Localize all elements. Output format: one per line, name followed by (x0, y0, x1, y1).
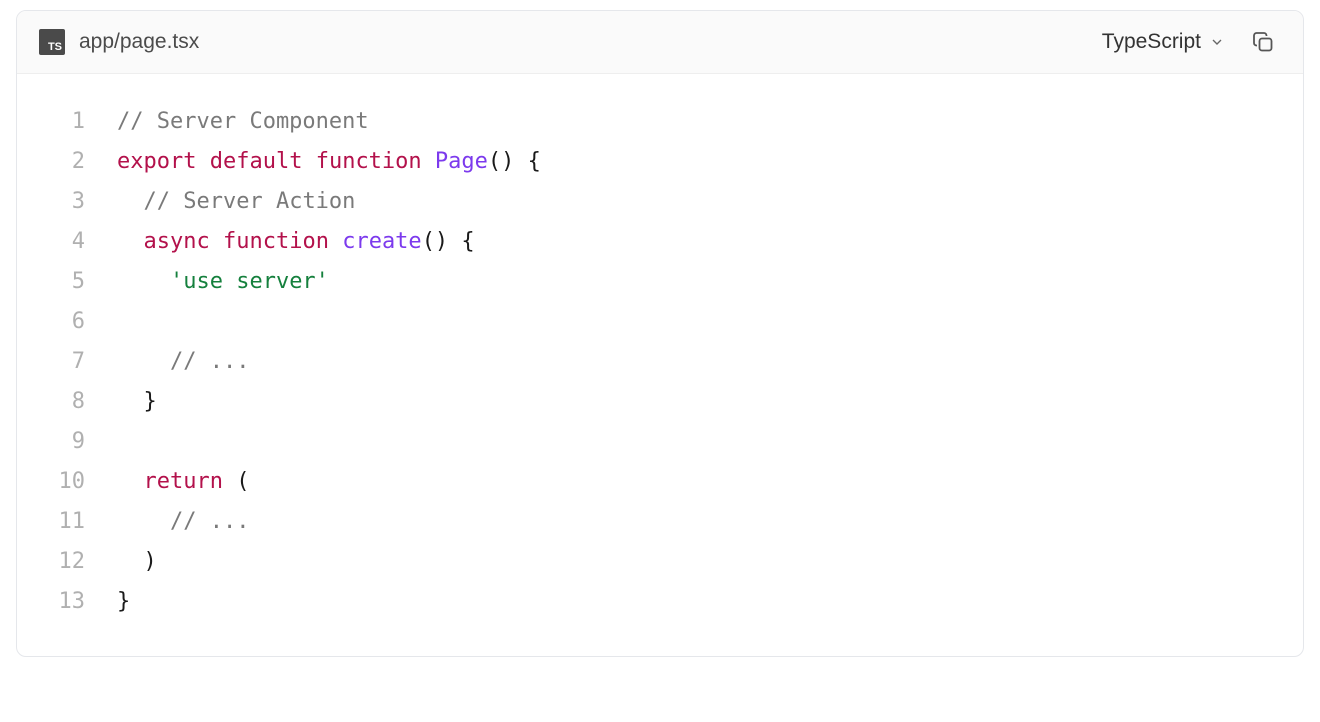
line-content: export default function Page() { (85, 142, 541, 182)
chevron-down-icon (1209, 34, 1225, 50)
code-line: 13} (37, 582, 1283, 622)
code-line: 11 // ... (37, 502, 1283, 542)
language-label: TypeScript (1102, 30, 1201, 54)
line-content: // Server Component (85, 102, 369, 142)
line-number: 6 (37, 302, 85, 342)
code-line: 12 ) (37, 542, 1283, 582)
line-number: 11 (37, 502, 85, 542)
line-content: async function create() { (85, 222, 475, 262)
line-number: 8 (37, 382, 85, 422)
code-line: 10 return ( (37, 462, 1283, 502)
code-body: 1// Server Component2export default func… (17, 74, 1303, 656)
line-content (85, 302, 130, 342)
line-number: 7 (37, 342, 85, 382)
file-name: app/page.tsx (79, 30, 199, 54)
line-number: 10 (37, 462, 85, 502)
line-content: } (85, 582, 130, 622)
line-content: } (85, 382, 157, 422)
code-line: 6 (37, 302, 1283, 342)
line-number: 13 (37, 582, 85, 622)
line-number: 4 (37, 222, 85, 262)
copy-button[interactable] (1251, 30, 1275, 54)
line-content: 'use server' (85, 262, 329, 302)
line-content (85, 422, 130, 462)
typescript-file-icon: TS (39, 29, 65, 55)
code-line: 1// Server Component (37, 102, 1283, 142)
code-line: 2export default function Page() { (37, 142, 1283, 182)
line-content: ) (85, 542, 157, 582)
code-line: 4 async function create() { (37, 222, 1283, 262)
line-number: 3 (37, 182, 85, 222)
line-content: // ... (85, 342, 249, 382)
code-line: 3 // Server Action (37, 182, 1283, 222)
language-selector[interactable]: TypeScript (1102, 30, 1225, 54)
line-number: 5 (37, 262, 85, 302)
header-right: TypeScript (1102, 30, 1275, 54)
code-block: TS app/page.tsx TypeScript 1// Server Co… (16, 10, 1304, 657)
line-number: 2 (37, 142, 85, 182)
code-line: 5 'use server' (37, 262, 1283, 302)
line-number: 12 (37, 542, 85, 582)
code-line: 9 (37, 422, 1283, 462)
header-left: TS app/page.tsx (39, 29, 199, 55)
line-number: 9 (37, 422, 85, 462)
line-content: // Server Action (85, 182, 355, 222)
line-number: 1 (37, 102, 85, 142)
code-line: 7 // ... (37, 342, 1283, 382)
line-content: return ( (85, 462, 249, 502)
line-content: // ... (85, 502, 249, 542)
code-header: TS app/page.tsx TypeScript (17, 11, 1303, 74)
code-line: 8 } (37, 382, 1283, 422)
